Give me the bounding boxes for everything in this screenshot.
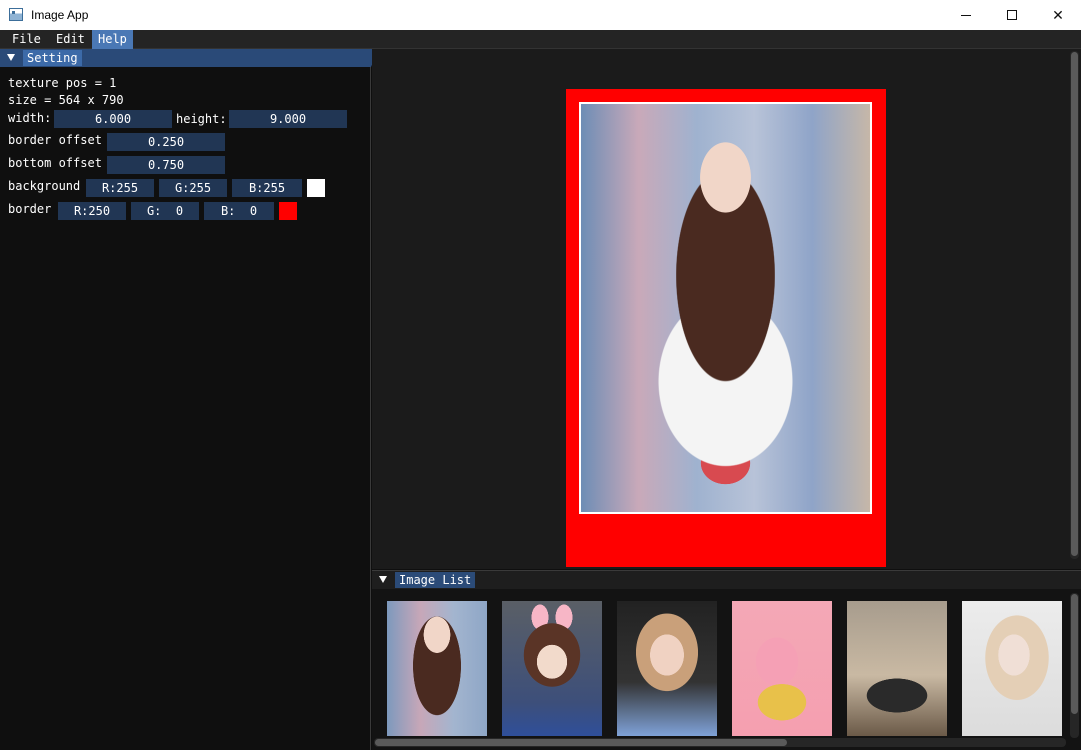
bottom-offset-input[interactable]: 0.750 (107, 156, 225, 174)
thumbnail-image[interactable] (732, 601, 832, 736)
thumbnail-image[interactable] (617, 601, 717, 736)
setting-title-bar[interactable]: Setting (0, 49, 379, 67)
preview-photo (579, 102, 872, 514)
close-button[interactable]: ✕ (1035, 0, 1081, 30)
border-b-input[interactable]: B: 0 (204, 202, 274, 220)
collapse-arrow-icon[interactable] (379, 576, 387, 583)
thumbnail-image[interactable] (502, 601, 602, 736)
width-label: width: (8, 111, 52, 125)
viewport-scrollbar[interactable] (1070, 51, 1079, 559)
viewport-scrollbar-thumb[interactable] (1071, 52, 1078, 556)
thumbnail-image[interactable] (387, 601, 487, 736)
maximize-icon (1007, 10, 1017, 20)
minimize-icon (961, 14, 971, 16)
image-list-horizontal-scrollbar-thumb[interactable] (375, 739, 787, 746)
menu-file[interactable]: File (6, 30, 47, 49)
border-g-input[interactable]: G: 0 (131, 202, 199, 220)
image-list-vertical-scrollbar[interactable] (1070, 593, 1079, 738)
thumbnail-image[interactable] (962, 601, 1062, 736)
minimize-button[interactable] (943, 0, 989, 30)
border-offset-input[interactable]: 0.250 (107, 133, 225, 151)
thumbnail-image[interactable] (847, 601, 947, 736)
setting-window: Setting texture pos = 1 size = 564 x 790… (0, 49, 379, 750)
menu-bar: File Edit Help (0, 30, 1081, 49)
bottom-offset-label: bottom offset (8, 156, 102, 170)
menu-edit[interactable]: Edit (50, 30, 91, 49)
background-r-input[interactable]: R:255 (86, 179, 154, 197)
title-bar: Image App ✕ (0, 0, 1081, 30)
background-label: background (8, 179, 81, 193)
size-text: size = 564 x 790 (8, 93, 124, 107)
border-r-input[interactable]: R:250 (58, 202, 126, 220)
maximize-button[interactable] (989, 0, 1035, 30)
window-title: Image App (31, 8, 89, 22)
height-input[interactable]: 9.000 (229, 110, 347, 128)
image-viewport (372, 49, 1081, 569)
width-input[interactable]: 6.000 (54, 110, 172, 128)
thumbnail-strip (387, 601, 1067, 736)
framed-image-preview (566, 89, 886, 567)
menu-help[interactable]: Help (92, 30, 133, 49)
image-list-tab[interactable]: Image List (395, 572, 476, 588)
app-icon (9, 8, 23, 21)
image-list-vertical-scrollbar-thumb[interactable] (1071, 594, 1078, 714)
background-g-input[interactable]: G:255 (159, 179, 227, 197)
border-offset-label: border offset (8, 133, 102, 147)
background-color-swatch[interactable] (307, 179, 325, 197)
image-list-title-bar[interactable]: Image List (372, 571, 1081, 589)
setting-tab[interactable]: Setting (23, 50, 82, 66)
image-list-window: Image List (372, 570, 1081, 750)
height-label: height: (176, 112, 227, 126)
background-b-input[interactable]: B:255 (232, 179, 302, 197)
texture-pos-text: texture pos = 1 (8, 76, 117, 90)
collapse-arrow-icon[interactable] (7, 54, 15, 61)
close-icon: ✕ (1052, 6, 1064, 23)
border-label: border (8, 202, 52, 216)
image-list-horizontal-scrollbar[interactable] (374, 738, 1066, 747)
border-color-swatch[interactable] (279, 202, 297, 220)
